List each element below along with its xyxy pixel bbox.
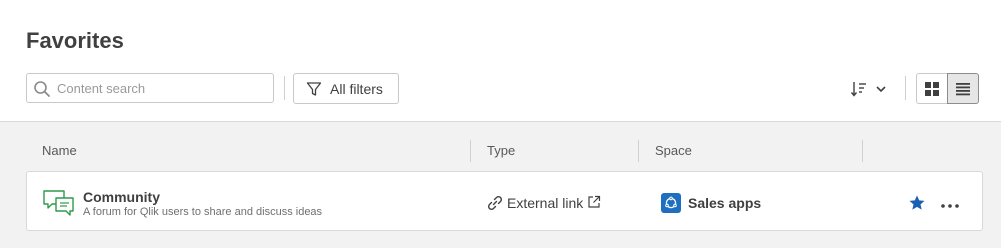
grid-view-button[interactable] xyxy=(916,73,947,104)
sort-button[interactable] xyxy=(846,77,890,101)
item-name[interactable]: Community xyxy=(83,189,160,205)
grid-view-icon xyxy=(925,82,939,96)
external-link-icon[interactable] xyxy=(587,195,601,209)
list-view-button[interactable] xyxy=(947,73,979,104)
column-divider xyxy=(862,140,863,162)
search-box[interactable] xyxy=(26,73,274,103)
column-header-type[interactable]: Type xyxy=(487,143,515,158)
link-icon xyxy=(487,195,503,211)
column-divider xyxy=(470,140,471,162)
list-view-icon xyxy=(956,83,970,96)
item-space-label[interactable]: Sales apps xyxy=(688,195,761,211)
column-divider xyxy=(638,140,639,162)
filter-icon xyxy=(306,81,322,97)
toolbar-divider xyxy=(284,76,285,100)
more-actions-icon[interactable] xyxy=(940,198,960,208)
favorite-star-icon[interactable] xyxy=(908,194,926,212)
all-filters-button[interactable]: All filters xyxy=(293,73,399,104)
search-icon xyxy=(33,80,51,98)
page-header: Favorites All filters xyxy=(0,0,1001,122)
toolbar-divider xyxy=(905,76,906,100)
favorites-list: Name Type Space Community A forum for Ql… xyxy=(0,122,1001,248)
page-title: Favorites xyxy=(26,28,124,53)
item-description: A forum for Qlik users to share and disc… xyxy=(83,206,323,218)
column-header-name[interactable]: Name xyxy=(42,143,77,158)
column-header-space[interactable]: Space xyxy=(655,143,692,158)
search-input[interactable] xyxy=(57,74,267,102)
chat-bubbles-icon xyxy=(42,189,76,217)
table-row[interactable]: Community A forum for Qlik users to shar… xyxy=(26,171,983,231)
space-icon xyxy=(661,193,681,213)
item-type-label: External link xyxy=(507,195,584,211)
sort-descending-icon xyxy=(850,80,868,98)
chevron-down-icon xyxy=(874,82,888,96)
all-filters-label: All filters xyxy=(330,81,383,97)
